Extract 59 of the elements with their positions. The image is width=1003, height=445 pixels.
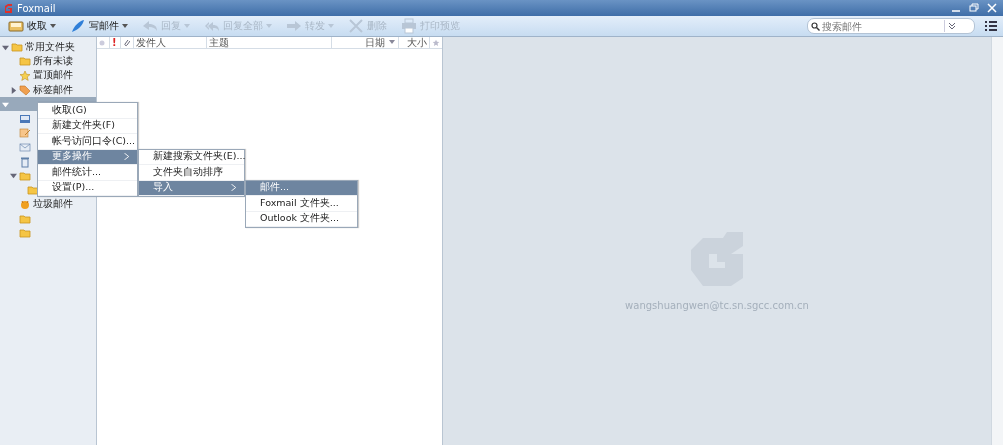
priority-column-header[interactable]: ! [110,37,121,48]
bin-icon [19,155,31,168]
folder-label[interactable]: 所有未读 [33,54,73,68]
search-field[interactable]: 搜索邮件 [822,20,942,32]
folder-label[interactable]: 垃圾邮件 [33,197,73,211]
folder-icon [19,169,31,182]
search-icon [811,21,820,31]
inbox-icon [8,18,24,34]
expander-icon[interactable] [10,86,17,94]
close-button[interactable] [985,2,999,14]
menu-item[interactable]: 文件夹自动排序 [139,165,244,181]
tag-icon [19,84,31,97]
toolbar-button[interactable]: 写邮件 [68,18,130,34]
folder-label[interactable]: 常用文件夹 [25,40,75,54]
caret-icon[interactable] [122,24,128,28]
folder-label[interactable]: 置顶邮件 [33,69,73,83]
menu-item[interactable]: Foxmail 文件夹... [246,196,357,212]
restore-button[interactable] [967,2,981,14]
folder-label[interactable]: 标签邮件 [33,83,73,97]
forward-arrow-icon [286,18,302,34]
expander-icon[interactable] [2,43,9,51]
column-header[interactable]: 主题 [207,37,332,48]
menu-item[interactable]: 新建文件夹(F) [38,118,137,134]
envelope-icon [19,141,31,154]
menu-item[interactable]: 收取(G) [38,103,137,119]
sort-caret-icon [388,40,396,45]
menu-item[interactable]: 新建搜索文件夹(E)... [139,149,244,165]
app-logo-icon [4,3,13,13]
column-header[interactable]: 日期 [332,37,399,48]
caret-icon[interactable] [50,24,56,28]
feather-icon [70,18,86,34]
folder-icon [11,41,23,54]
folder-icon [19,227,31,239]
account-address: wangshuangwen@tc.sn.sgcc.com.cn [625,299,809,311]
expander-icon[interactable] [10,172,17,180]
folder-icon [27,184,39,197]
menu-item[interactable]: Outlook 文件夹... [246,211,357,227]
expander-icon[interactable] [2,100,9,108]
draft-icon [19,126,31,139]
menu-item[interactable]: 设置(P)... [38,180,137,196]
menu-item[interactable]: 邮件统计... [38,165,137,181]
star-icon [19,69,31,82]
menu-item[interactable]: 邮件... [246,180,357,196]
delete-icon [348,18,364,34]
toolbar-button[interactable]: 收取 [6,18,58,34]
folder-icon [19,55,31,68]
star-icon[interactable] [432,38,440,47]
menu-item[interactable]: 帐号访问口令(C)... [38,134,137,150]
menu-icon[interactable] [985,21,997,31]
column-header[interactable]: 大小 [399,37,430,48]
search-box[interactable]: 搜索邮件 [807,18,975,34]
window-title: Foxmail [17,2,56,14]
printer-icon [401,18,417,34]
scrollbar[interactable] [991,37,1003,445]
inbox-icon [19,112,31,125]
column-header[interactable]: 发件人 [134,37,207,48]
paperclip-icon[interactable] [123,38,130,47]
folder-icon [19,212,31,225]
junk-icon [19,198,31,211]
